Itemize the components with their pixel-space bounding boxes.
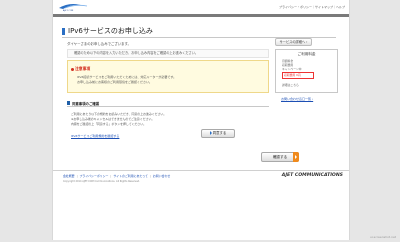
arrow-right-icon: [293, 152, 299, 162]
confirm-button[interactable]: 確認する: [261, 152, 299, 162]
warning-box: 注意事項 IPv6接続サービスをご利用いただくためには、対応ルーターが必要です。…: [67, 60, 269, 93]
notice-box: 確認のため以下の内容を入力いただき、お申し込み内容をご確認の上お進みください。: [67, 49, 269, 58]
watermark-text: ui-screenshot.net: [369, 235, 396, 239]
consent-line-2: ※お申し込み後のキャンセルはできませんのでご注意ください。: [71, 117, 155, 121]
footer-brand-logo: AJET COMMUNICATIONS: [281, 173, 343, 178]
pricing-panel: ご利用料金 月額料金 初期費用 キャンペーン中 初期費用 0円 詳細はこちら: [275, 49, 338, 93]
footer-link-company[interactable]: 会社概要: [63, 174, 75, 178]
page-title: IPv6サービスのお申し込み: [68, 27, 153, 35]
footer-divider: [53, 170, 349, 171]
warning-line-1: IPv6接続サービスをご利用いただくためには、対応ルーターが必要です。: [77, 75, 177, 79]
warning-title-text: 注意事項: [75, 66, 91, 71]
pricing-title: ご利用料金: [297, 52, 316, 56]
contact-list-link[interactable]: お問い合わせ窓口一覧 ›: [281, 97, 313, 101]
section-title: 同意事項のご確認: [72, 102, 100, 106]
footer-separator: |: [149, 174, 151, 178]
section-header: 同意事項のご確認: [67, 101, 269, 107]
site-logo[interactable]: AJET.COM: [57, 2, 91, 12]
header-divider-bar: [53, 14, 349, 17]
pricing-detail-link[interactable]: 詳細はこちら: [282, 83, 299, 87]
footer-separator: |: [110, 174, 112, 178]
pricing-highlight: 初期費用 0円: [282, 72, 314, 79]
page-container: AJET.COM プライバシー・ポリシー｜サイトマップ｜ヘルプ IPv6サービス…: [52, 0, 350, 240]
header-nav-links[interactable]: プライバシー・ポリシー｜サイトマップ｜ヘルプ: [279, 5, 345, 9]
pricing-line-campaign: キャンペーン中: [282, 67, 302, 71]
arrow-right-icon: [209, 131, 212, 135]
warning-line-2: お申し込み前にお客様のご利用環境をご確認ください。: [77, 80, 153, 84]
warning-icon: [71, 67, 74, 71]
logo-text: AJET.COM: [63, 10, 74, 12]
footer-links: 会社概要 | プライバシーポリシー | サイトのご利用にあたって | お問い合わせ: [63, 174, 172, 178]
section-accent-mark: [67, 101, 70, 105]
agree-button-label: 同意する: [212, 131, 227, 135]
warning-title: 注意事項: [71, 66, 90, 72]
page-title-row: IPv6サービスのお申し込み: [62, 26, 336, 37]
terms-link[interactable]: IPv6サービスご利用規約を確認する: [71, 134, 119, 138]
consent-line-1: ご利用にあたり以下の規約をお読みいただき、同意の上お進みください。: [71, 112, 167, 116]
agree-button[interactable]: 同意する: [201, 129, 235, 138]
footer-separator: |: [76, 174, 78, 178]
footer-link-terms[interactable]: サイトのご利用にあたって: [113, 174, 148, 178]
footer-link-contact[interactable]: お問い合わせ: [153, 174, 170, 178]
copyright-text: Copyright 2014 AJET.COM Communications. …: [63, 180, 140, 183]
title-accent-mark: [62, 28, 65, 35]
lead-text: ダイヤーさまのお申し込みでございます。: [67, 42, 131, 46]
confirm-button-label: 確認する: [272, 155, 288, 159]
service-detail-button[interactable]: サービスの詳細へ ›: [275, 38, 312, 46]
header: AJET.COM プライバシー・ポリシー｜サイトマップ｜ヘルプ: [53, 0, 349, 14]
consent-line-3: 内容をご確認の上「同意する」ボタンを押してください。: [71, 122, 146, 126]
footer-link-privacy[interactable]: プライバシーポリシー: [80, 174, 109, 178]
